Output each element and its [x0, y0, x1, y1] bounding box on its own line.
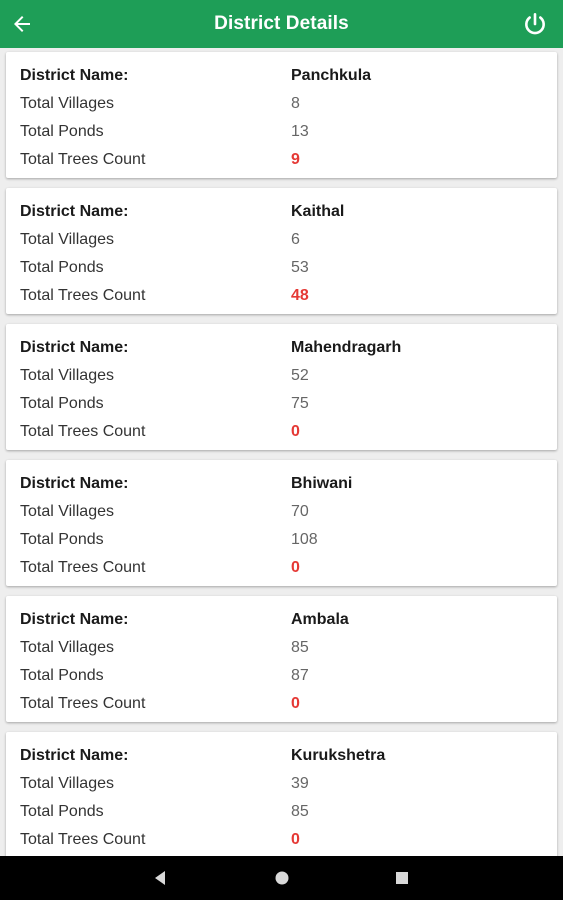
district-name-value: Panchkula [291, 67, 372, 84]
district-card[interactable]: District Name: Panchkula Total Villages 8 … [6, 52, 557, 178]
district-name-label: District Name: [20, 475, 129, 492]
district-name-value: Ambala [291, 611, 349, 628]
total-ponds-label: Total Ponds [20, 667, 104, 684]
nav-home-icon[interactable] [271, 867, 293, 889]
total-villages-value: 85 [291, 639, 309, 656]
total-ponds-value: 108 [291, 531, 318, 548]
district-card[interactable]: District Name: Kurukshetra Total Villages… [6, 732, 557, 856]
total-trees-label: Total Trees Count [20, 831, 146, 848]
district-name-label: District Name: [20, 339, 129, 356]
power-button[interactable] [519, 8, 551, 40]
district-name-label: District Name: [20, 203, 129, 220]
total-ponds-label: Total Ponds [20, 123, 104, 140]
total-villages-value: 70 [291, 503, 309, 520]
district-name-label: District Name: [20, 67, 129, 84]
back-button[interactable] [6, 8, 38, 40]
district-name-value: Kurukshetra [291, 747, 386, 764]
total-villages-value: 8 [291, 95, 300, 112]
total-villages-value: 6 [291, 231, 300, 248]
page-title: District Details [214, 13, 349, 34]
total-ponds-value: 53 [291, 259, 309, 276]
total-ponds-value: 87 [291, 667, 309, 684]
total-ponds-label: Total Ponds [20, 531, 104, 548]
total-trees-value: 0 [291, 423, 300, 440]
total-trees-value: 9 [291, 151, 300, 168]
total-villages-label: Total Villages [20, 95, 114, 112]
district-name-value: Mahendragarh [291, 339, 402, 356]
total-trees-label: Total Trees Count [20, 695, 146, 712]
power-icon [525, 12, 545, 35]
total-villages-value: 39 [291, 775, 309, 792]
total-trees-label: Total Trees Count [20, 151, 146, 168]
district-name-label: District Name: [20, 747, 129, 764]
district-card[interactable]: District Name: Ambala Total Villages 85 To… [6, 596, 557, 722]
total-ponds-value: 75 [291, 395, 309, 412]
district-card[interactable]: District Name: Kaithal Total Villages 6 To… [6, 188, 557, 314]
system-nav-bar [0, 856, 563, 900]
district-card[interactable]: District Name: Mahendragarh Total Village… [6, 324, 557, 450]
total-villages-label: Total Villages [20, 231, 114, 248]
total-trees-label: Total Trees Count [20, 287, 146, 304]
district-name-label: District Name: [20, 611, 129, 628]
nav-recents-icon[interactable] [391, 867, 413, 889]
total-trees-label: Total Trees Count [20, 423, 146, 440]
district-card[interactable]: District Name: Bhiwani Total Villages 70 T… [6, 460, 557, 586]
total-ponds-label: Total Ponds [20, 259, 104, 276]
total-ponds-value: 13 [291, 123, 309, 140]
nav-back-icon[interactable] [150, 867, 172, 889]
total-ponds-value: 85 [291, 803, 309, 820]
total-villages-value: 52 [291, 367, 309, 384]
app-bar: District Details [0, 0, 563, 48]
total-ponds-label: Total Ponds [20, 395, 104, 412]
arrow-back-icon [14, 16, 30, 32]
total-trees-value: 48 [291, 287, 309, 304]
total-villages-label: Total Villages [20, 503, 114, 520]
total-trees-value: 0 [291, 559, 300, 576]
total-ponds-label: Total Ponds [20, 803, 104, 820]
district-list[interactable]: District Name: Panchkula Total Villages 8 … [0, 48, 563, 856]
total-trees-value: 0 [291, 695, 300, 712]
total-villages-label: Total Villages [20, 775, 114, 792]
total-villages-label: Total Villages [20, 367, 114, 384]
total-villages-label: Total Villages [20, 639, 114, 656]
total-trees-label: Total Trees Count [20, 559, 146, 576]
total-trees-value: 0 [291, 831, 300, 848]
district-name-value: Kaithal [291, 203, 345, 220]
district-name-value: Bhiwani [291, 475, 353, 492]
